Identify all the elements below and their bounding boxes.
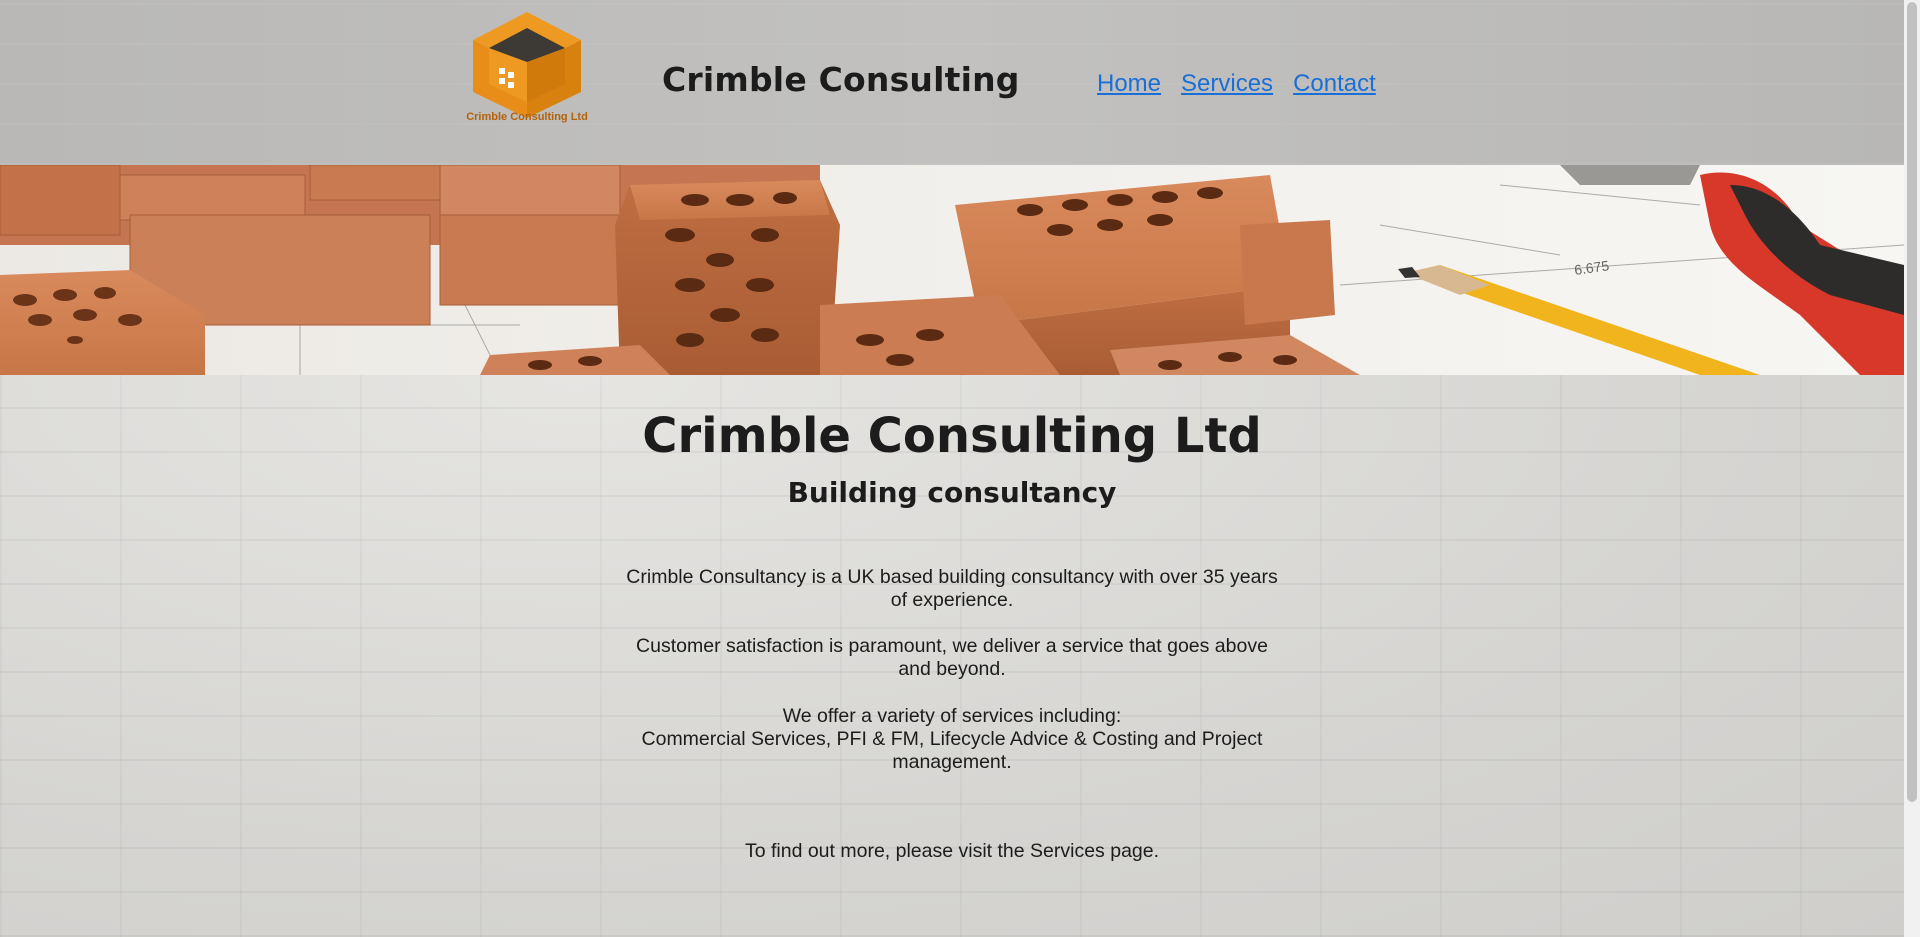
logo-text: Crimble Consulting Ltd — [466, 111, 588, 123]
nav-link-services[interactable]: Services — [1181, 70, 1273, 98]
services-list-text: Commercial Services, PFI & FM, Lifecycle… — [641, 728, 1263, 773]
satisfaction-paragraph: Customer satisfaction is paramount, we d… — [636, 635, 1268, 680]
hero-banner-image: 6.675 — [0, 165, 1904, 375]
site-header: Crimble Consulting Ltd Crimble Consultin… — [0, 0, 1904, 165]
site-title: Crimble Consulting — [662, 60, 1020, 99]
services-paragraph: We offer a variety of services including… — [620, 705, 1284, 774]
nav-link-home[interactable]: Home — [1097, 70, 1161, 98]
scrollbar-thumb[interactable] — [1907, 2, 1917, 802]
page-subtitle: Building consultancy — [787, 476, 1117, 509]
main-nav: Home Services Contact — [1097, 70, 1376, 98]
page-title: Crimble Consulting Ltd — [642, 408, 1262, 464]
services-intro-text: We offer a variety of services including… — [782, 705, 1122, 727]
intro-paragraph: Crimble Consultancy is a UK based buildi… — [626, 566, 1278, 611]
page: Crimble Consulting Ltd Crimble Consultin… — [0, 0, 1904, 937]
find-out-more-paragraph: To find out more, please visit the Servi… — [744, 840, 1160, 862]
vertical-scrollbar[interactable] — [1904, 0, 1920, 937]
nav-link-contact[interactable]: Contact — [1293, 70, 1376, 98]
